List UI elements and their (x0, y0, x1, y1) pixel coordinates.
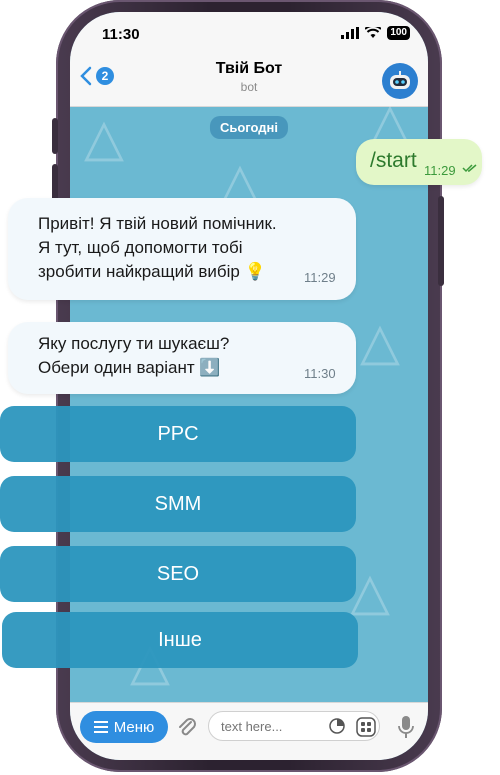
battery-icon: 100 (387, 26, 410, 40)
incoming-message[interactable]: Привіт! Я твій новий помічник. Я тут, що… (8, 198, 356, 300)
message-line: Я тут, щоб допомогти тобі (38, 238, 243, 257)
message-line: Привіт! Я твій новий помічник. (38, 214, 277, 233)
status-icons: 100 (341, 26, 410, 40)
message-line: Яку послугу ти шукаєш? (38, 334, 230, 353)
wifi-icon (365, 27, 382, 38)
keyboard-toggle-icon[interactable] (356, 717, 376, 737)
message-time: 11:30 (304, 366, 336, 381)
option-button-smm[interactable]: SMM (0, 476, 356, 532)
option-button-seo[interactable]: SEO (0, 546, 356, 602)
input-bar: Меню (70, 702, 428, 760)
message-time: 11:29 (304, 270, 336, 285)
triangle-pattern-icon: △ (360, 313, 400, 371)
incoming-message[interactable]: Яку послугу ти шукаєш? Обери один варіан… (8, 322, 356, 394)
double-check-icon (462, 164, 477, 173)
option-button-ppc[interactable]: PPC (0, 406, 356, 462)
status-bar: 11:30 100 (70, 12, 428, 56)
option-button-other[interactable]: Інше (2, 612, 358, 668)
message-line: Обери один варіант ⬇️ (38, 358, 221, 377)
message-line: зробити найкращий вибір 💡 (38, 262, 266, 281)
status-time: 11:30 (102, 26, 140, 43)
triangle-pattern-icon: △ (350, 563, 390, 621)
menu-icon (93, 721, 108, 733)
microphone-icon[interactable] (398, 715, 414, 739)
power-button (438, 196, 444, 286)
menu-button[interactable]: Меню (80, 711, 168, 743)
menu-label: Меню (113, 718, 155, 736)
robot-icon (390, 71, 410, 89)
volume-up-button (52, 118, 58, 154)
sticker-icon[interactable] (328, 717, 346, 735)
chat-title: Твій Бот (215, 60, 283, 77)
outgoing-message-text: /start (370, 149, 417, 172)
outgoing-message-time: 11:29 (424, 163, 456, 178)
signal-icon (341, 27, 360, 39)
triangle-pattern-icon: △ (84, 109, 124, 167)
chat-subtitle: bot (240, 80, 258, 94)
message-input[interactable] (208, 711, 380, 741)
date-chip: Сьогодні (209, 116, 289, 139)
outgoing-message[interactable]: /start 11:29 (356, 139, 482, 185)
paperclip-icon[interactable] (176, 715, 198, 739)
